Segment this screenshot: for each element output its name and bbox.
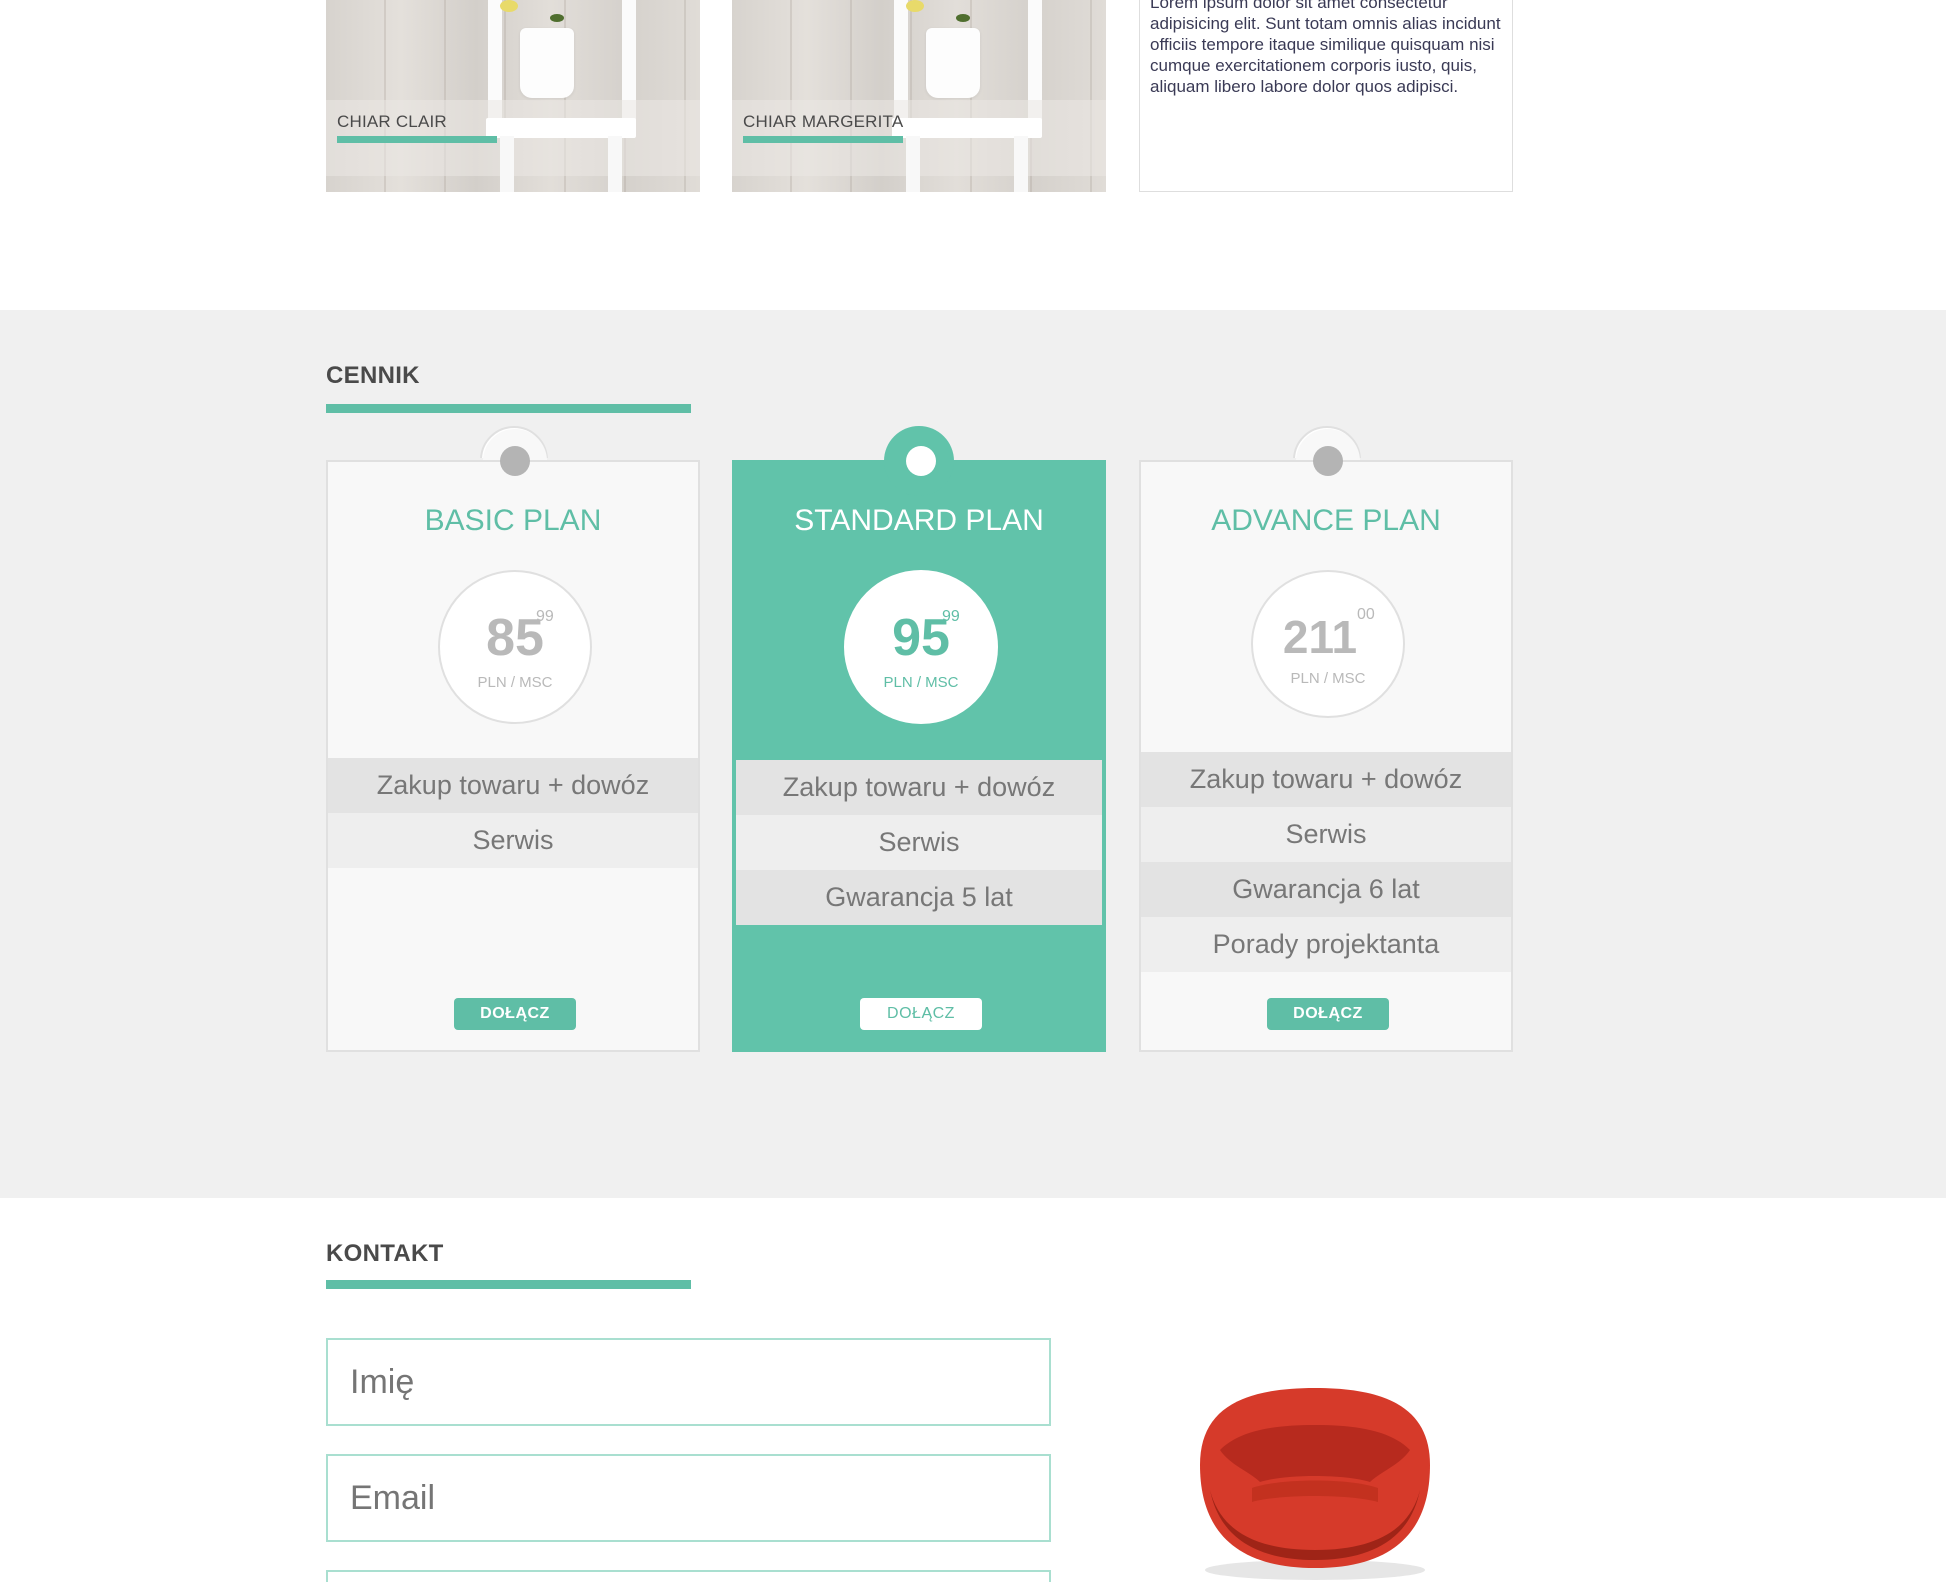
feature-item: Serwis bbox=[1141, 807, 1511, 862]
feature-item: Porady projektanta bbox=[1141, 917, 1511, 972]
plan-card-advance: ADVANCE PLAN 211 00 PLN / MSC Zakup towa… bbox=[1139, 426, 1513, 1052]
feature-item: Zakup towaru + dowóz bbox=[1141, 752, 1511, 807]
label-underline bbox=[337, 136, 497, 143]
price-badge: 95 99 PLN / MSC bbox=[844, 570, 998, 724]
join-button[interactable]: DOŁĄCZ bbox=[860, 998, 982, 1030]
product-card-chiar-clair[interactable]: CHIAR CLAIR bbox=[326, 0, 700, 192]
join-button[interactable]: DOŁĄCZ bbox=[1267, 998, 1389, 1030]
plan-title: STANDARD PLAN bbox=[794, 504, 1044, 537]
price-unit: PLN / MSC bbox=[883, 674, 959, 691]
product-card-chiar-margerita[interactable]: CHIAR MARGERITA bbox=[732, 0, 1106, 192]
plan-title: ADVANCE PLAN bbox=[1211, 504, 1441, 537]
feature-list: Zakup towaru + dowóz Serwis bbox=[328, 758, 698, 868]
feature-item: Zakup towaru + dowóz bbox=[328, 758, 698, 813]
armchair-image bbox=[1200, 1388, 1430, 1580]
price-cents: 00 bbox=[1357, 606, 1375, 623]
feature-list: Zakup towaru + dowóz Serwis Gwarancja 5 … bbox=[734, 758, 1104, 927]
flower-image bbox=[906, 0, 924, 12]
gallery-section: CHIAR CLAIR CHIAR MARGERITA Lorem ipsum … bbox=[0, 0, 1946, 310]
product-label: CHIAR MARGERITA bbox=[743, 112, 904, 131]
plan-card-basic: BASIC PLAN 85 99 PLN / MSC Zakup towaru … bbox=[326, 426, 700, 1052]
feature-list: Zakup towaru + dowóz Serwis Gwarancja 6 … bbox=[1141, 752, 1511, 972]
price-unit: PLN / MSC bbox=[477, 674, 553, 691]
feature-item: Gwarancja 5 lat bbox=[736, 870, 1102, 925]
tag-dot-icon bbox=[1313, 446, 1343, 476]
page: CHIAR CLAIR CHIAR MARGERITA Lorem ipsum … bbox=[0, 0, 1946, 1582]
price-badge: 85 99 PLN / MSC bbox=[438, 570, 592, 724]
plan-title: BASIC PLAN bbox=[424, 504, 602, 537]
section-title: KONTAKT bbox=[326, 1240, 444, 1267]
price-amount: 85 bbox=[486, 609, 544, 667]
join-button[interactable]: DOŁĄCZ bbox=[454, 998, 576, 1030]
price-amount: 95 bbox=[892, 609, 950, 667]
price-badge: 211 00 PLN / MSC bbox=[1251, 570, 1405, 718]
message-field[interactable] bbox=[326, 1570, 1051, 1582]
feature-item: Serwis bbox=[736, 815, 1102, 870]
label-underline bbox=[743, 136, 903, 143]
feature-item: Serwis bbox=[328, 813, 698, 868]
product-label: CHIAR CLAIR bbox=[337, 112, 447, 131]
email-field[interactable] bbox=[326, 1454, 1051, 1542]
section-title: CENNIK bbox=[326, 362, 420, 389]
price-unit: PLN / MSC bbox=[1290, 670, 1366, 687]
feature-item: Zakup towaru + dowóz bbox=[736, 760, 1102, 815]
vase-image bbox=[926, 28, 980, 98]
flower-image bbox=[500, 0, 518, 12]
contact-section: KONTAKT bbox=[0, 1198, 1946, 1582]
pricing-section: CENNIK BASIC PLAN 85 99 PLN / MSC Zakup … bbox=[0, 310, 1946, 1198]
feature-item: Gwarancja 6 lat bbox=[1141, 862, 1511, 917]
section-title-underline bbox=[326, 1280, 691, 1289]
description-box: Lorem ipsum dolor sit amet consectetur a… bbox=[1139, 0, 1513, 192]
price-cents: 99 bbox=[536, 608, 554, 625]
description-text: Lorem ipsum dolor sit amet consectetur a… bbox=[1150, 0, 1501, 96]
section-title-underline bbox=[326, 404, 691, 413]
price-cents: 99 bbox=[942, 608, 960, 625]
vase-image bbox=[520, 28, 574, 98]
tag-dot-icon bbox=[500, 446, 530, 476]
name-field[interactable] bbox=[326, 1338, 1051, 1426]
plan-card-standard: STANDARD PLAN 95 99 PLN / MSC Zakup towa… bbox=[732, 426, 1106, 1052]
tag-dot-icon bbox=[906, 446, 936, 476]
